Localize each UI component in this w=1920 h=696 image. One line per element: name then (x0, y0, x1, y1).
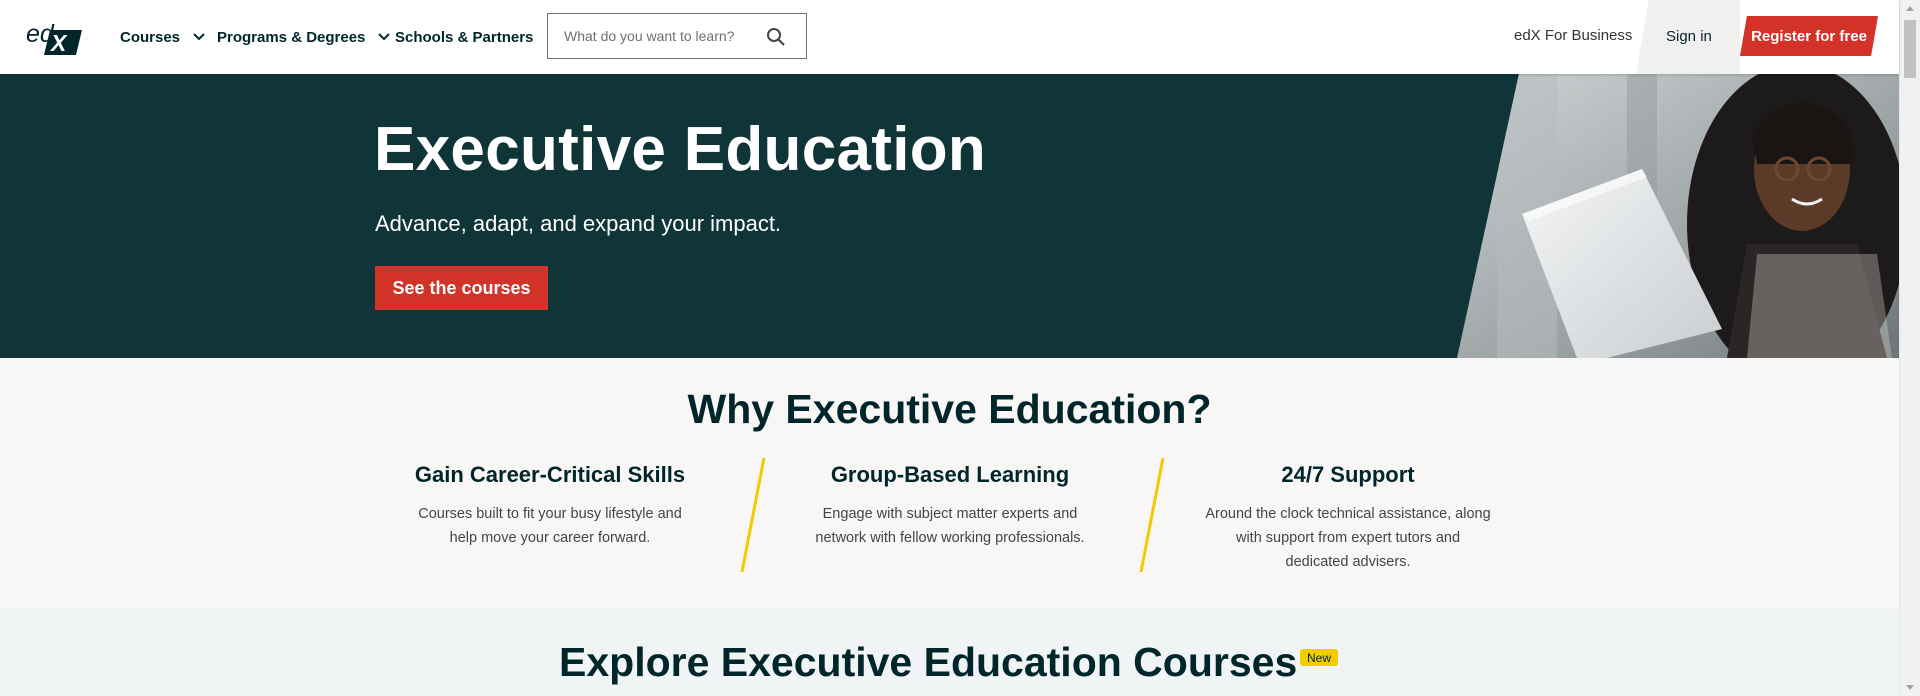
search-icon[interactable] (766, 27, 786, 47)
nav-schools-partners[interactable]: Schools & Partners (395, 0, 533, 74)
feature-title: Group-Based Learning (830, 462, 1070, 487)
feature-title: 24/7 Support (1281, 462, 1415, 487)
hero-banner: Executive Education Advance, adapt, and … (0, 74, 1899, 358)
divider-slash (740, 458, 766, 572)
svg-text:X: X (49, 30, 68, 56)
feature-description: Engage with subject matter experts and n… (790, 502, 1110, 550)
feature-line: Around the clock technical assistance, a… (1205, 506, 1491, 522)
register-button[interactable]: Register for free (1740, 16, 1878, 56)
chevron-down-icon (193, 33, 205, 41)
why-section: Why Executive Education? Gain Career-Cri… (0, 358, 1899, 609)
see-courses-button[interactable]: See the courses (375, 266, 548, 310)
edx-logo[interactable]: ed X (24, 18, 84, 56)
nav-courses[interactable]: Courses (120, 0, 206, 74)
feature-title: Gain Career-Critical Skills (414, 462, 686, 487)
hero-title: Executive Education (374, 115, 987, 184)
new-badge: New (1300, 649, 1339, 666)
divider-slash (1139, 458, 1165, 572)
chevron-down-icon (378, 33, 391, 41)
scroll-down-arrow-icon[interactable] (1906, 685, 1914, 690)
nav-programs-degrees[interactable]: Programs & Degrees (217, 0, 391, 74)
hero-subtitle: Advance, adapt, and expand your impact. (375, 211, 782, 236)
feature-line: help move your career forward. (449, 530, 651, 546)
nav-schools-label: Schools & Partners (395, 28, 534, 46)
sign-in-link[interactable]: Sign in (1666, 0, 1712, 72)
scroll-up-arrow-icon[interactable] (1906, 6, 1914, 11)
edx-for-business-link[interactable]: edX For Business (1514, 0, 1632, 70)
feature-line: network with fellow working professional… (815, 530, 1085, 546)
feature-line: dedicated advisers. (1285, 554, 1411, 570)
feature-group-learning: Group-Based Learning Engage with subject… (790, 462, 1110, 550)
explore-section: Explore Executive Education Courses New (0, 609, 1899, 696)
feature-line: Courses built to fit your busy lifestyle… (418, 506, 682, 522)
feature-line: with support from expert tutors and (1235, 530, 1461, 546)
feature-career-skills: Gain Career-Critical Skills Courses buil… (390, 462, 710, 550)
feature-line: Engage with subject matter experts and (822, 506, 1078, 522)
nav-courses-label: Courses (120, 28, 181, 46)
feature-description: Courses built to fit your busy lifestyle… (390, 502, 710, 550)
feature-support: 24/7 Support Around the clock technical … (1188, 462, 1508, 574)
search-input[interactable] (564, 28, 754, 44)
site-header: ed X Courses Programs & Degrees Schools … (0, 0, 1899, 74)
hero-photo (1457, 74, 1899, 358)
feature-description: Around the clock technical assistance, a… (1188, 502, 1508, 574)
search-box (547, 13, 807, 59)
nav-programs-label: Programs & Degrees (217, 28, 366, 46)
why-title: Why Executive Education? (687, 386, 1212, 432)
explore-title: Explore Executive Education Courses (559, 639, 1298, 685)
scrollbar-thumb[interactable] (1904, 20, 1916, 78)
page-scrollbar[interactable] (1899, 0, 1920, 696)
